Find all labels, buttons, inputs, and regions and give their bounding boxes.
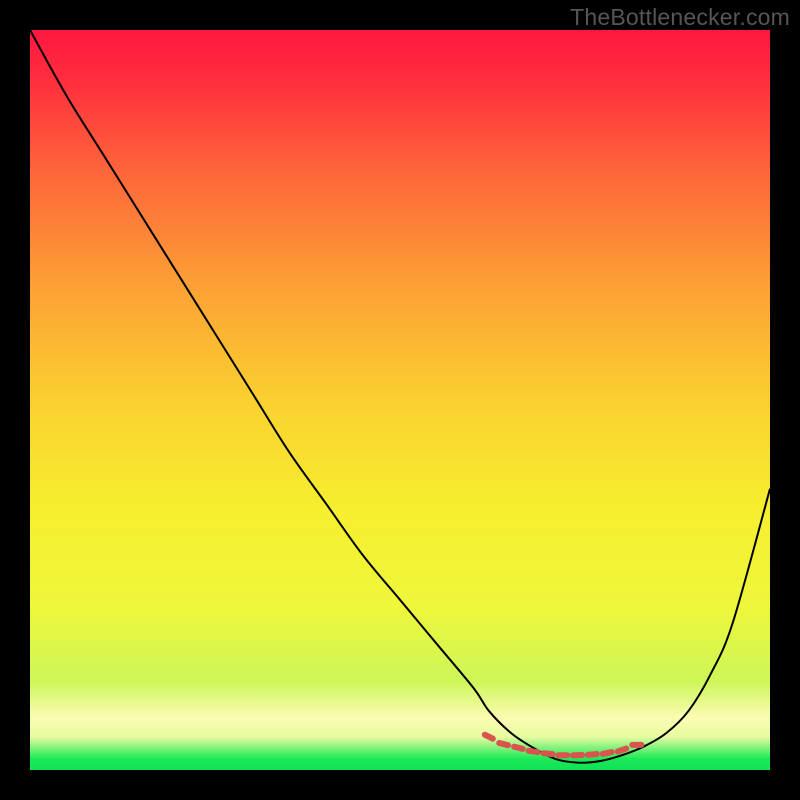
marker-segment bbox=[529, 751, 538, 752]
marker-segment bbox=[588, 754, 597, 755]
marker-segment bbox=[618, 749, 626, 752]
marker-segment bbox=[603, 752, 612, 754]
marker-segment bbox=[485, 735, 493, 739]
watermark-text: TheBottlenecker.com bbox=[570, 4, 790, 31]
marker-segment bbox=[499, 743, 508, 745]
marker-segment bbox=[514, 747, 523, 749]
chart-background bbox=[30, 30, 770, 770]
chart-frame bbox=[30, 30, 770, 770]
chart-svg bbox=[30, 30, 770, 770]
marker-segment bbox=[544, 753, 553, 754]
